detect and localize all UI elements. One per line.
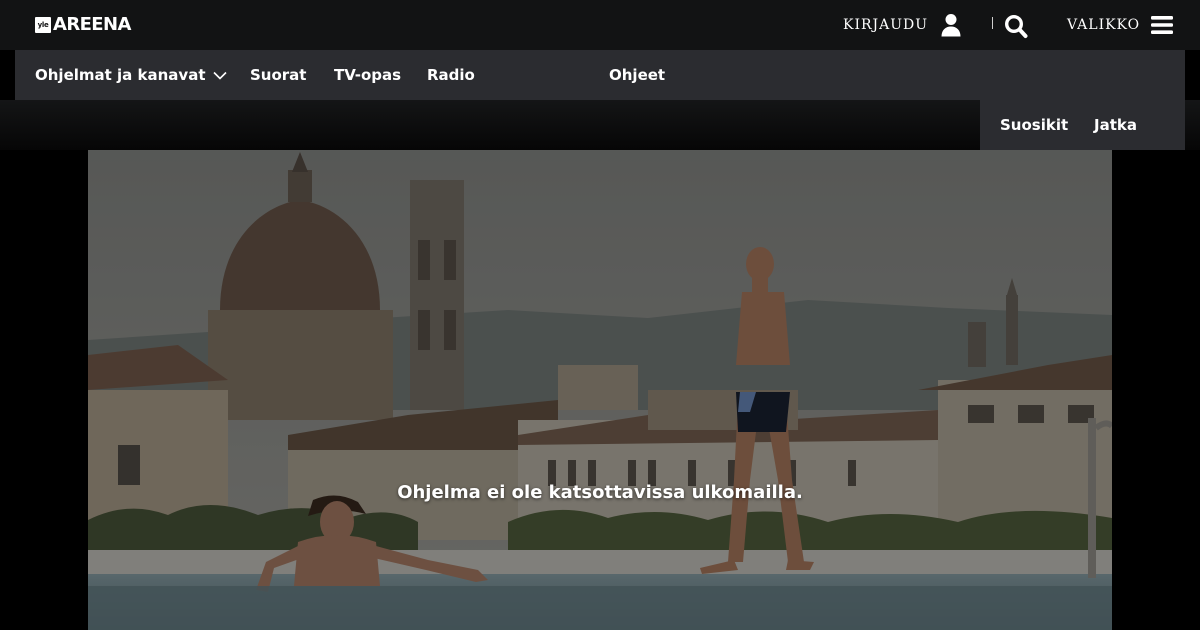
nav-item-label: Ohjelmat ja kanavat <box>35 66 206 84</box>
nav-item-label: Ohjeet <box>609 66 666 84</box>
nav-item-label: Jatka <box>1094 116 1137 134</box>
nav-item-label: Suorat <box>250 66 307 84</box>
nav-item-label: Radio <box>427 66 475 84</box>
hamburger-menu-icon <box>1151 16 1174 34</box>
yle-areena-logo[interactable]: yle AREENA <box>35 15 131 35</box>
search-button[interactable] <box>1003 12 1029 40</box>
chevron-down-icon <box>212 71 227 80</box>
secondary-navigation: Suosikit Jatka <box>980 100 1185 150</box>
search-icon <box>1004 14 1028 38</box>
nav-item-favorites[interactable]: Suosikit <box>1000 100 1068 150</box>
nav-item-tv-guide[interactable]: TV-opas <box>334 50 401 100</box>
yle-logo-badge: yle <box>35 17 51 33</box>
search-divider <box>992 17 993 29</box>
user-icon <box>941 14 961 37</box>
nav-item-label: Suosikit <box>1000 116 1069 134</box>
login-button[interactable]: KIRJAUDU <box>843 12 962 38</box>
areena-wordmark: AREENA <box>53 14 131 35</box>
menu-button[interactable]: VALIKKO <box>1067 12 1174 38</box>
login-label: KIRJAUDU <box>843 17 929 33</box>
hero-player[interactable]: Ohjelma ei ole katsottavissa ulkomailla. <box>88 150 1112 630</box>
nav-item-continue[interactable]: Jatka <box>1094 100 1137 150</box>
nav-item-live[interactable]: Suorat <box>250 50 306 100</box>
menu-label: VALIKKO <box>1067 17 1141 33</box>
hero-dim-overlay <box>88 150 1112 630</box>
geo-restriction-message: Ohjelma ei ole katsottavissa ulkomailla. <box>397 482 803 503</box>
main-navigation: Ohjelmat ja kanavat Suorat TV-opas Radio… <box>15 50 1185 100</box>
areena-page: yle AREENA KIRJAUDU VALIKKO Ohjelmat ja … <box>0 0 1200 630</box>
top-bar: yle AREENA KIRJAUDU VALIKKO <box>0 0 1200 50</box>
nav-item-help[interactable]: Ohjeet <box>609 50 665 100</box>
nav-item-label: TV-opas <box>334 66 402 84</box>
nav-item-radio[interactable]: Radio <box>427 50 475 100</box>
nav-item-programs-and-channels[interactable]: Ohjelmat ja kanavat <box>35 50 227 100</box>
